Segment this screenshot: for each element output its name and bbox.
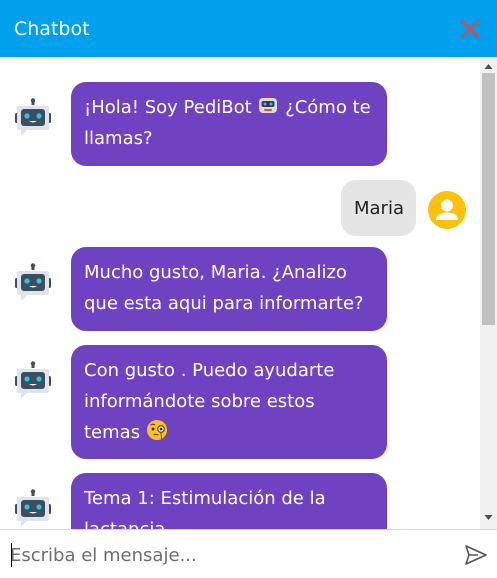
user-avatar-icon xyxy=(428,191,466,229)
bot-bubble: Tema 1: Estimulación de la lactancia xyxy=(71,473,387,529)
send-icon[interactable] xyxy=(464,544,488,566)
bot-avatar-icon xyxy=(15,263,51,301)
bot-bubble: Mucho gusto, Maria. ¿Analizo que esta aq… xyxy=(71,247,387,331)
bot-message: ¡Hola! Soy PediBot ¿Cómo te llamas? xyxy=(0,57,480,177)
bot-message: Tema 1: Estimulación de la lactancia xyxy=(0,469,480,529)
robot-face-icon xyxy=(259,94,278,113)
chatbot-window: Chatbot ¡Hola! Soy PediBot ¿Cómo te llam… xyxy=(0,0,497,578)
message-composer xyxy=(0,529,497,578)
bot-message: Con gusto . Puedo ayudarte informándotе … xyxy=(0,341,480,469)
close-icon[interactable] xyxy=(458,17,482,41)
message-text: ¡Hola! Soy PediBot xyxy=(84,97,252,118)
user-message: Maria xyxy=(0,177,480,243)
chat-header: Chatbot xyxy=(0,0,497,57)
scrollbar-thumb[interactable] xyxy=(482,73,495,325)
message-text: Tema 1: Estimulación de la lactancia xyxy=(84,488,326,529)
bot-avatar-icon xyxy=(15,98,51,136)
chat-scrollbar[interactable] xyxy=(480,57,497,529)
bot-bubble: ¡Hola! Soy PediBot ¿Cómo te llamas? xyxy=(71,82,387,166)
bot-avatar-icon xyxy=(15,489,51,527)
bot-avatar-icon xyxy=(15,361,51,399)
chat-messages[interactable]: ¡Hola! Soy PediBot ¿Cómo te llamas? Mari… xyxy=(0,57,480,529)
scroll-up-arrow-icon[interactable] xyxy=(484,62,493,71)
text-caret xyxy=(11,543,12,567)
bot-bubble: Con gusto . Puedo ayudarte informándotе … xyxy=(71,345,387,459)
face-with-monocle-icon xyxy=(146,420,167,440)
user-bubble: Maria xyxy=(341,180,416,236)
scroll-down-arrow-icon[interactable] xyxy=(484,513,493,522)
message-text: Con gusto . Puedo ayudarte informándotе … xyxy=(84,360,335,443)
bot-message: Mucho gusto, Maria. ¿Analizo que esta aq… xyxy=(0,243,480,341)
message-text: Mucho gusto, Maria. ¿Analizo que esta aq… xyxy=(84,262,364,314)
message-text: Maria xyxy=(354,198,404,219)
message-input[interactable] xyxy=(8,538,452,572)
chat-title: Chatbot xyxy=(14,18,90,40)
